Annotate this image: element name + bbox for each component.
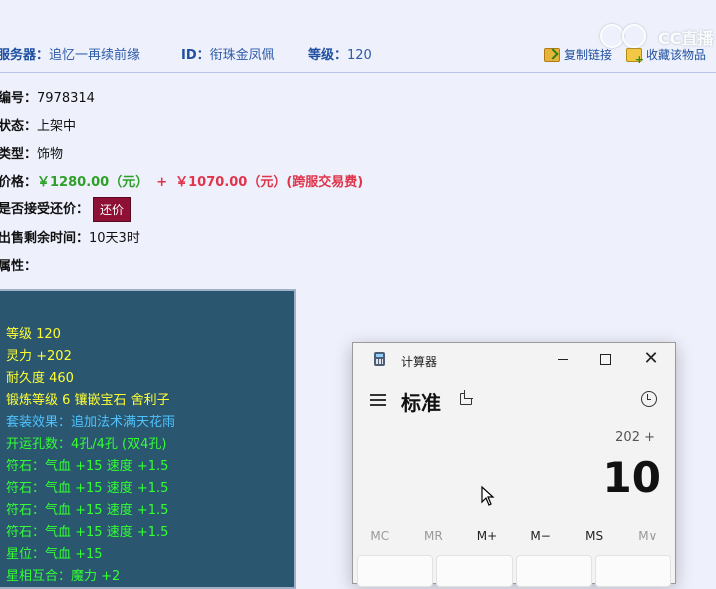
attr-line: 等级 120 bbox=[6, 327, 61, 342]
remaining-row: 出售剩余时间：10天3时 bbox=[0, 227, 140, 246]
calculator-display: 10 bbox=[602, 453, 661, 502]
server-label: 服务器： bbox=[0, 48, 50, 63]
attr-label: 属性： bbox=[0, 259, 38, 274]
maximize-button[interactable] bbox=[585, 347, 625, 371]
minimize-icon bbox=[558, 358, 568, 360]
haggle-button[interactable]: 还价 bbox=[93, 197, 132, 222]
minimize-button[interactable] bbox=[543, 347, 583, 371]
mc-button[interactable]: MC bbox=[353, 529, 407, 543]
attr-line: 符石：气血 +15 速度 +1.5 bbox=[6, 503, 169, 518]
attr-line: 锻炼等级 6 镶嵌宝石 舍利子 bbox=[6, 393, 170, 408]
mr-button[interactable]: MR bbox=[407, 529, 461, 543]
attr-line: 耐久度 460 bbox=[6, 371, 74, 386]
attr-line: 开运孔数：4孔/4孔 (双4孔) bbox=[6, 437, 167, 452]
level-field: 等级：120 bbox=[308, 44, 372, 63]
favorite-icon bbox=[626, 47, 644, 66]
attr-line: 套装效果：追加法术满天花雨 bbox=[6, 415, 176, 430]
m-minus-button[interactable]: M− bbox=[514, 529, 568, 543]
keep-on-top-icon[interactable] bbox=[460, 393, 472, 405]
number-label: 编号： bbox=[0, 91, 38, 106]
attr-line: 星位：气血 +15 bbox=[6, 547, 103, 562]
status-label: 状态： bbox=[0, 119, 38, 134]
level-value: 120 bbox=[347, 48, 372, 63]
memory-row: MC MR M+ M− MS M∨ bbox=[353, 529, 675, 543]
haggle-row: 是否接受还价： 还价 bbox=[0, 197, 132, 222]
attr-line: 符石：气血 +15 速度 +1.5 bbox=[6, 459, 169, 474]
ms-button[interactable]: MS bbox=[567, 529, 621, 543]
calculator-window[interactable]: 计算器 ✕ 标准 202 + 10 MC MR M+ M− MS M∨ bbox=[352, 342, 676, 587]
copy-link-button[interactable]: 复制链接 bbox=[544, 46, 612, 63]
attribute-panel: 等级 120 灵力 +202 耐久度 460 锻炼等级 6 镶嵌宝石 舍利子 套… bbox=[0, 289, 296, 589]
status-row: 状态：上架中 bbox=[0, 115, 76, 134]
type-value: 饰物 bbox=[37, 147, 64, 162]
attr-line: 符石：气血 +15 速度 +1.5 bbox=[6, 481, 169, 496]
copy-link-icon bbox=[544, 47, 560, 62]
number-row: 编号：7978314 bbox=[0, 87, 95, 106]
keypad-key[interactable] bbox=[515, 555, 592, 587]
price-fee: ￥1070.00（元）(跨服交易费) bbox=[175, 175, 364, 190]
haggle-label: 是否接受还价： bbox=[0, 202, 90, 217]
maximize-icon bbox=[599, 353, 611, 365]
id-label: ID： bbox=[181, 48, 210, 63]
calculator-app-icon bbox=[374, 352, 385, 366]
keypad-key[interactable] bbox=[357, 555, 434, 587]
calculator-mode: 标准 bbox=[401, 391, 441, 415]
copy-link-label: 复制链接 bbox=[564, 48, 613, 62]
page-header: 服务器：追忆一再续前缘 ID：衔珠金凤佩 等级：120 复制链接 收藏该物品 C… bbox=[0, 0, 716, 75]
header-divider bbox=[0, 72, 716, 73]
remaining-label: 出售剩余时间： bbox=[0, 231, 90, 246]
close-icon: ✕ bbox=[643, 348, 659, 369]
attr-line: 灵力 +202 bbox=[6, 349, 72, 364]
price-main: ￥1280.00（元） bbox=[37, 175, 149, 190]
attr-line: 符石：气血 +15 速度 +1.5 bbox=[6, 525, 169, 540]
keypad-row bbox=[357, 555, 671, 587]
price-label: 价格： bbox=[0, 175, 38, 190]
status-value: 上架中 bbox=[37, 119, 77, 134]
price-plus: + bbox=[156, 175, 168, 190]
watermark-logo: CC直播 bbox=[600, 24, 716, 48]
remaining-value: 10天3时 bbox=[89, 231, 140, 246]
watermark-text: CC直播 bbox=[658, 29, 714, 48]
id-field: ID：衔珠金凤佩 bbox=[181, 44, 275, 63]
number-value: 7978314 bbox=[37, 91, 95, 106]
type-row: 类型：饰物 bbox=[0, 143, 63, 162]
hamburger-menu-icon[interactable] bbox=[370, 394, 386, 406]
server-value: 追忆一再续前缘 bbox=[49, 48, 141, 63]
attr-line: 星相互合：魔力 +2 bbox=[6, 569, 121, 584]
calculator-title: 计算器 bbox=[401, 355, 438, 369]
server-field: 服务器：追忆一再续前缘 bbox=[0, 44, 140, 63]
memory-list-button[interactable]: M∨ bbox=[621, 529, 675, 543]
m-plus-button[interactable]: M+ bbox=[460, 529, 514, 543]
calculator-expression: 202 + bbox=[615, 430, 655, 445]
type-label: 类型： bbox=[0, 147, 38, 162]
history-icon[interactable] bbox=[641, 391, 657, 407]
keypad-key[interactable] bbox=[436, 555, 513, 587]
price-row: 价格：￥1280.00（元） + ￥1070.00（元）(跨服交易费) bbox=[0, 171, 363, 190]
id-value: 衔珠金凤佩 bbox=[209, 48, 275, 63]
keypad-key[interactable] bbox=[594, 555, 671, 587]
level-label: 等级： bbox=[308, 48, 348, 63]
attr-row: 属性： bbox=[0, 255, 37, 274]
close-button[interactable]: ✕ bbox=[631, 347, 671, 371]
